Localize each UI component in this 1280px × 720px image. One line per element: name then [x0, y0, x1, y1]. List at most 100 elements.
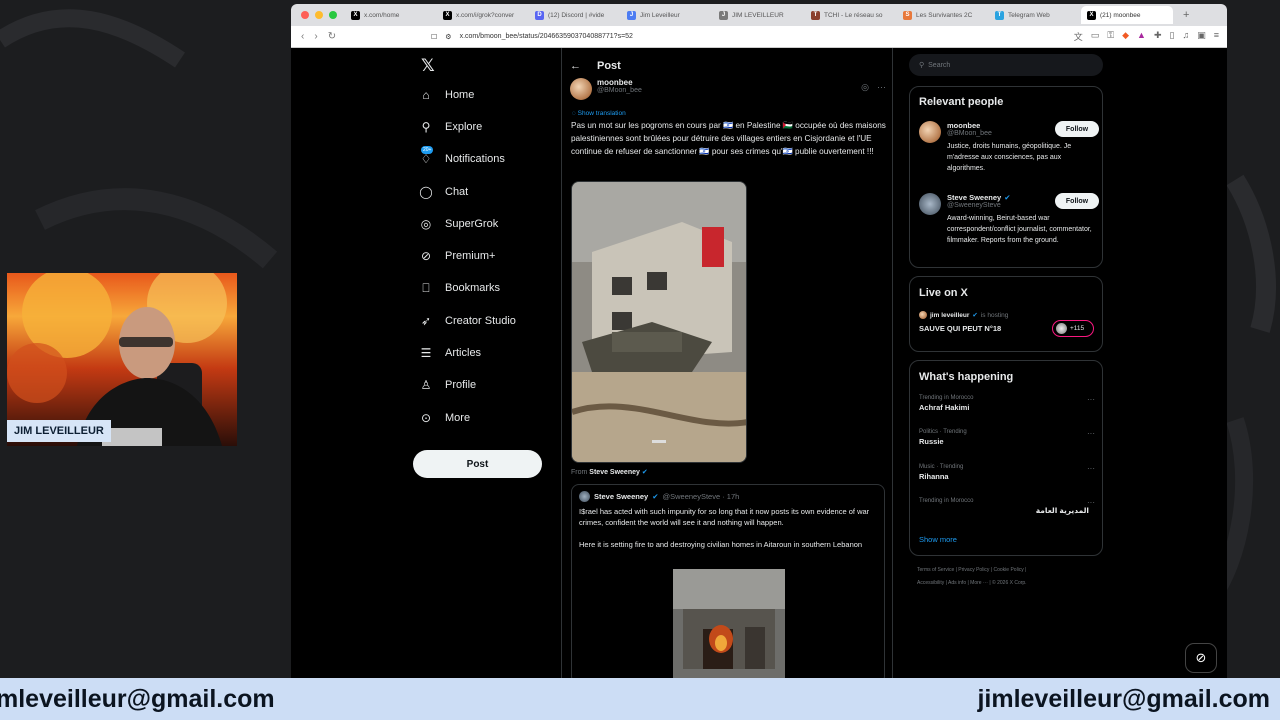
trend-item[interactable]: Trending in Morocco Achraf Hakimi ···	[919, 395, 1097, 412]
nav-item-profile[interactable]: ♙ Profile	[419, 378, 477, 392]
post-text: Pas un mot sur les pogroms en cours par …	[571, 121, 886, 156]
music-icon[interactable]: ♫	[1182, 30, 1189, 43]
address-field[interactable]: ☐ ⚙ x.com/bmoon_bee/status/2046635903704…	[431, 33, 1074, 41]
nav-item-supergrok[interactable]: ◎ SuperGrok	[419, 217, 498, 231]
follow-button[interactable]: Follow	[1055, 121, 1099, 137]
post-more-icon[interactable]: ···	[877, 82, 886, 93]
browser-tab[interactable]: Xx.com/home	[345, 6, 437, 24]
quote-header: Steve Sweeney ✔ @SweeneySteve · 17h	[579, 491, 739, 502]
person-avatar[interactable]	[919, 121, 941, 143]
home-icon: ⌂	[419, 88, 433, 102]
tab-favicon-icon: D	[535, 10, 544, 20]
more-icon-glyph: ⊙	[420, 411, 432, 425]
post-author[interactable]: moonbee @BMoon_bee	[570, 78, 642, 100]
nav-buttons: ‹ › ↻	[291, 31, 431, 42]
nav-item-label: Notifications	[445, 153, 505, 165]
minimize-window-button[interactable]	[315, 11, 323, 19]
address-bar-row: ‹ › ↻ ☐ ⚙ x.com/bmoon_bee/status/2046635…	[291, 26, 1227, 48]
site-settings-icon[interactable]: ⚙	[445, 33, 451, 41]
trend-more-icon[interactable]: ···	[1087, 498, 1095, 507]
tab-label: Telegram Web	[1008, 11, 1050, 19]
nav-item-articles[interactable]: ☰ Articles	[419, 346, 481, 360]
from-label: From	[571, 469, 588, 476]
post-button[interactable]: Post	[413, 450, 542, 478]
live-listeners[interactable]: +115	[1052, 320, 1094, 337]
live-host-row[interactable]: jim leveilleur ✔ is hosting	[919, 311, 1008, 319]
back-arrow-icon[interactable]: ←	[570, 60, 581, 72]
browser-tab[interactable]: J JIM LEVEILLEUR	[713, 6, 805, 24]
browser-tab[interactable]: D (12) Discord | #vide	[529, 6, 621, 24]
premium-icon: ⊘	[419, 249, 433, 263]
zoom-window-button[interactable]	[329, 11, 337, 19]
nav-item-notifications[interactable]: ♢ 20+ Notifications	[419, 146, 505, 166]
show-more-link[interactable]: Show more	[919, 535, 957, 544]
forward-icon[interactable]: ›	[314, 31, 317, 42]
translate-icon[interactable]: 文	[1074, 30, 1083, 43]
bookmark-page-icon[interactable]: ☐	[431, 33, 437, 41]
trend-more-icon[interactable]: ···	[1087, 429, 1095, 438]
author-name[interactable]: moonbee	[597, 78, 642, 87]
live-verified-icon: ✔	[972, 312, 978, 319]
person-steve-sweeney[interactable]: Steve Sweeney ✔ @SweeneySteve Award-winn…	[919, 193, 1099, 263]
grok-float-button[interactable]: ⊘	[1185, 643, 1217, 673]
person-avatar[interactable]	[919, 193, 941, 215]
notification-badge: 20+	[421, 146, 434, 154]
footer-links-1[interactable]: Terms of Service | Privacy Policy | Cook…	[917, 564, 1107, 577]
trend-item[interactable]: Music · Trending Rihanna ···	[919, 464, 1097, 481]
quoted-post[interactable]: Steve Sweeney ✔ @SweeneySteve · 17h I$ra…	[571, 484, 885, 678]
nav-item-chat[interactable]: ◯ Chat	[419, 185, 468, 199]
cast-icon[interactable]: ▭	[1091, 30, 1100, 43]
nav-item-bookmarks[interactable]: ⎕ Bookmarks	[419, 281, 500, 295]
nav-item-home[interactable]: ⌂ Home	[419, 88, 474, 102]
quote-paragraph-1: I$rael has acted with such impunity for …	[579, 507, 870, 527]
video-frame-image	[572, 182, 746, 462]
grok-explain-icon[interactable]: ◎	[861, 82, 869, 93]
author-handle[interactable]: @BMoon_bee	[597, 87, 642, 94]
browser-tab[interactable]: X (21) moonbee	[1081, 6, 1173, 24]
post-header-title: Post	[597, 60, 621, 72]
nav-item-premium-[interactable]: ⊘ Premium+	[419, 249, 495, 263]
follow-button[interactable]: Follow	[1055, 193, 1099, 209]
nav-item-more[interactable]: ⊙ More	[419, 411, 470, 425]
rewards-icon[interactable]: ▲	[1137, 30, 1146, 43]
browser-tab[interactable]: S Les Survivantes 2C	[897, 6, 989, 24]
lock-icon[interactable]: ⚿	[1107, 30, 1114, 43]
search-placeholder: Search	[928, 61, 951, 69]
browser-tab[interactable]: Xx.com/i/grok?conver	[437, 6, 529, 24]
quote-video[interactable]	[673, 569, 785, 678]
show-translation-link[interactable]: ◌ Show translation	[572, 110, 626, 117]
back-icon[interactable]: ‹	[301, 31, 304, 42]
from-author-name[interactable]: Steve Sweeney	[589, 469, 640, 476]
author-avatar[interactable]	[570, 78, 592, 100]
reload-icon[interactable]: ↻	[328, 31, 336, 42]
person-name[interactable]: Steve Sweeney ✔	[947, 193, 1011, 202]
quote-author-avatar[interactable]	[579, 491, 590, 502]
trend-item[interactable]: Trending in Morocco المديرية العامة ···	[919, 498, 1097, 515]
new-tab-button[interactable]: +	[1173, 9, 1189, 21]
nav-item-explore[interactable]: ⚲ Explore	[419, 120, 483, 134]
browser-tab[interactable]: T TCHI - Le réseau so	[805, 6, 897, 24]
nav-item-creator-studio[interactable]: ➶ Creator Studio	[419, 314, 516, 328]
tab-list: Xx.com/home Xx.com/i/grok?conver D (12) Dis…	[345, 6, 1173, 24]
url-text: x.com/bmoon_bee/status/20466359037040887…	[459, 33, 633, 40]
browser-tab[interactable]: J Jim Leveilleur	[621, 6, 713, 24]
search-box[interactable]: ⚲ Search	[909, 54, 1103, 76]
post-video[interactable]	[571, 181, 747, 463]
menu-icon[interactable]: ≡	[1214, 30, 1219, 43]
trend-more-icon[interactable]: ···	[1087, 464, 1095, 473]
footer-links-2[interactable]: Accessibility | Ads info | More ··· | © …	[917, 577, 1107, 590]
browser-tab[interactable]: T Telegram Web	[989, 6, 1081, 24]
trend-context: Music · Trending	[919, 464, 964, 470]
trend-item[interactable]: Politics · Trending Russie ···	[919, 429, 1097, 446]
close-window-button[interactable]	[301, 11, 309, 19]
wallet-icon[interactable]: ▣	[1197, 30, 1206, 43]
brave-shield-icon[interactable]: ◆	[1122, 30, 1129, 43]
person-moonbee[interactable]: moonbee @BMoon_bee Justice, droits humai…	[919, 121, 1099, 181]
extensions-icon[interactable]: ✚	[1154, 30, 1162, 43]
trend-more-icon[interactable]: ···	[1087, 395, 1095, 404]
x-logo-icon[interactable]: 𝕏	[421, 56, 435, 76]
quote-author-name[interactable]: Steve Sweeney	[594, 492, 648, 501]
sidebar-icon[interactable]: ▯	[1170, 30, 1175, 43]
live-space-name[interactable]: SAUVE QUI PEUT N°18	[919, 324, 1001, 333]
person-name[interactable]: moonbee	[947, 121, 980, 130]
